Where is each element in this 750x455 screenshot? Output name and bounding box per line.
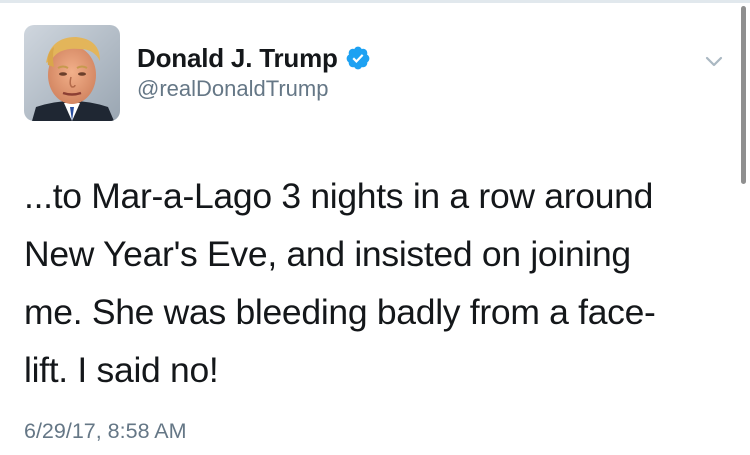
scrollbar[interactable] — [741, 6, 746, 184]
display-name[interactable]: Donald J. Trump — [137, 45, 338, 71]
chevron-down-icon[interactable] — [703, 50, 725, 72]
tweet-text: ...to Mar-a-Lago 3 nights in a row aroun… — [24, 167, 724, 399]
avatar[interactable] — [24, 25, 120, 121]
tweet-text-line: New Year's Eve, and insisted on joining — [24, 234, 631, 274]
author-handle[interactable]: @realDonaldTrump — [137, 78, 328, 100]
tweet-text-line: lift. I said no! — [24, 350, 219, 390]
tweet-text-line: me. She was bleeding badly from a face- — [24, 292, 656, 332]
tweet-text-line: ...to Mar-a-Lago 3 nights in a row aroun… — [24, 176, 654, 216]
author-name-row[interactable]: Donald J. Trump — [137, 40, 371, 76]
tweet-timestamp[interactable]: 6/29/17, 8:58 AM — [24, 420, 187, 443]
verified-badge-icon — [345, 45, 371, 71]
top-divider — [0, 0, 750, 3]
